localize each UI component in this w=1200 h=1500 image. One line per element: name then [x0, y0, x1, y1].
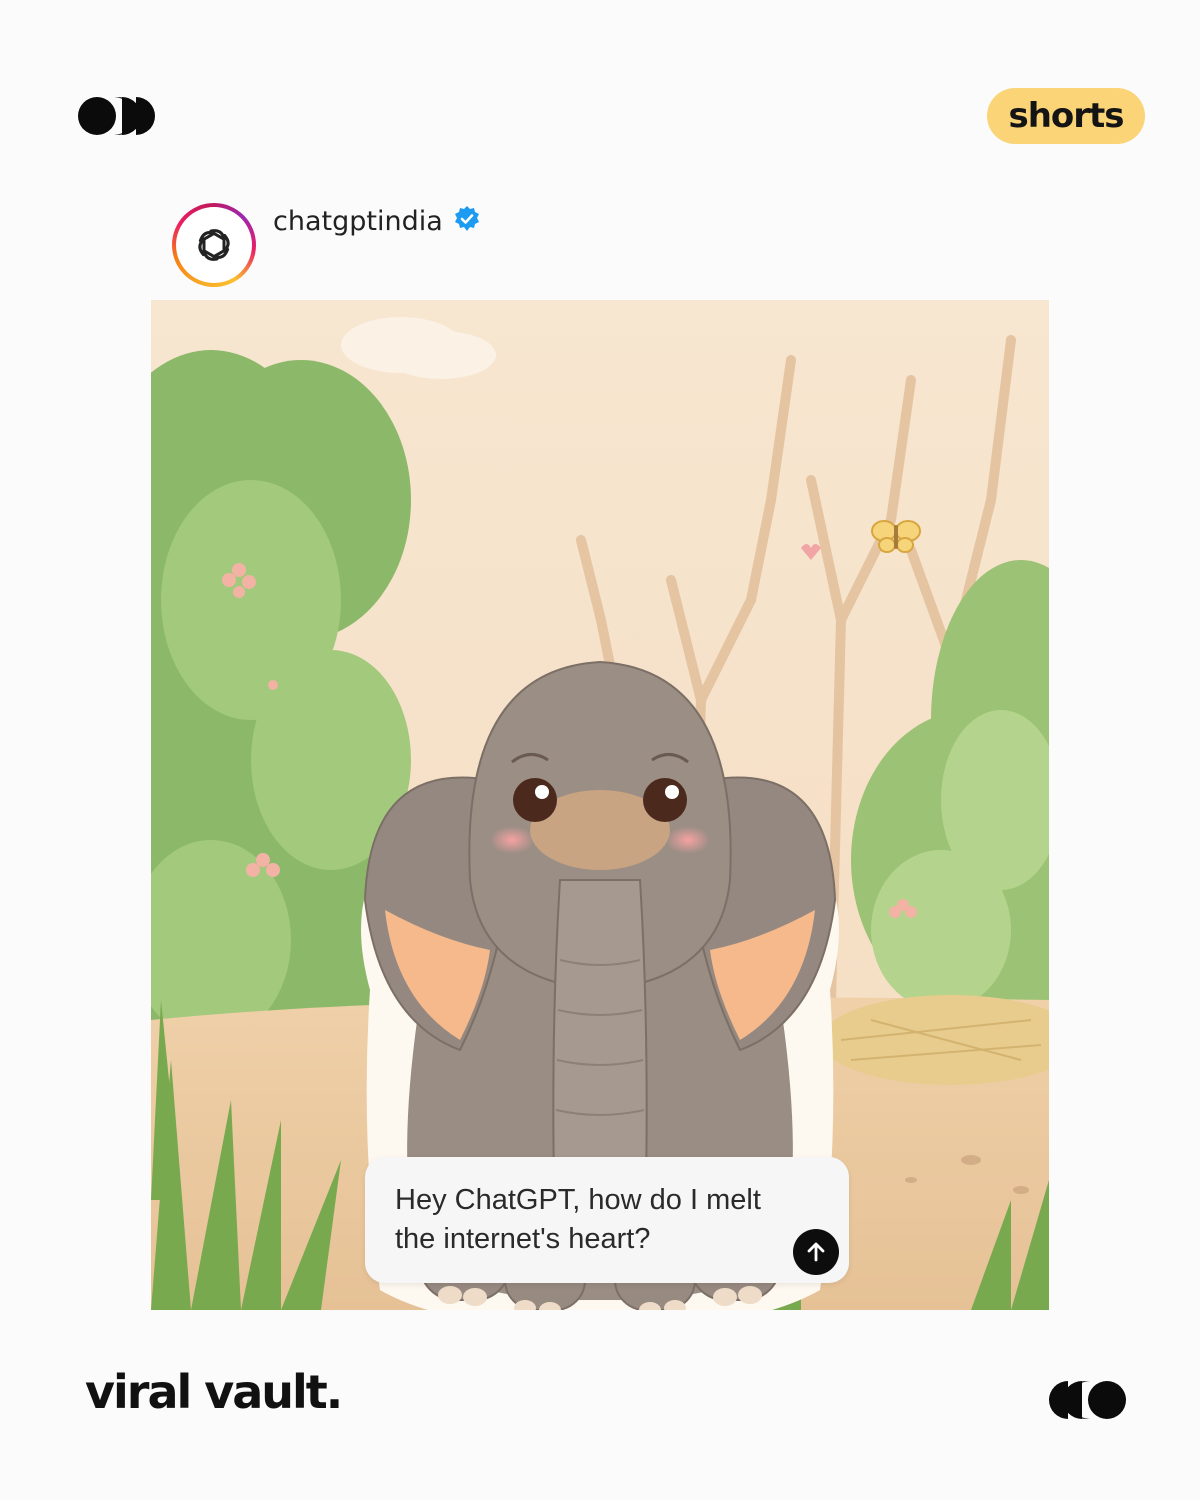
- prompt-box[interactable]: Hey ChatGPT, how do I melt the internet'…: [365, 1157, 849, 1283]
- username-row: chatgptindia: [273, 205, 481, 238]
- username[interactable]: chatgptindia: [273, 206, 443, 237]
- prompt-text[interactable]: Hey ChatGPT, how do I melt the internet'…: [395, 1181, 805, 1259]
- openai-logo-icon: [179, 210, 249, 280]
- dots-logo-icon: [78, 96, 158, 136]
- arrow-up-icon: [807, 1242, 825, 1262]
- post-account-header[interactable]: chatgptindia: [172, 200, 479, 290]
- send-button[interactable]: [793, 1229, 839, 1275]
- avatar[interactable]: [172, 203, 256, 287]
- shorts-badge[interactable]: shorts: [987, 88, 1145, 144]
- post-image[interactable]: Hey ChatGPT, how do I melt the internet'…: [151, 300, 1049, 1310]
- verified-badge-icon: [453, 205, 481, 238]
- dots-logo-reversed-icon: [1046, 1380, 1126, 1420]
- brand-wordmark: viral vault.: [85, 1365, 343, 1419]
